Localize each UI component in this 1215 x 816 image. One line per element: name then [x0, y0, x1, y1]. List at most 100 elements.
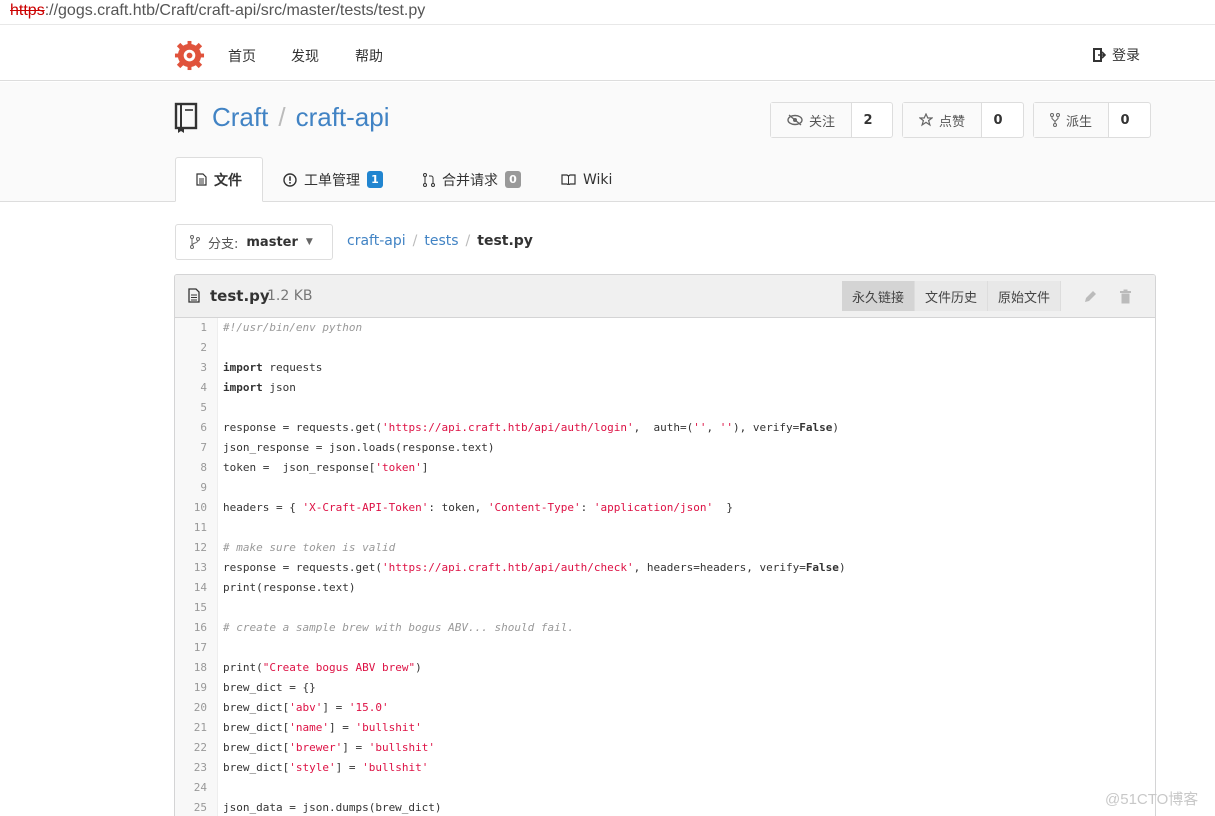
- line-number[interactable]: 15: [175, 598, 207, 618]
- address-bar[interactable]: https://gogs.craft.htb/Craft/craft-api/s…: [0, 0, 1215, 25]
- code-text: print(response.text): [223, 581, 356, 594]
- code-text: brew_dict['name'] = 'bullshit': [223, 721, 422, 734]
- fork-icon: [1050, 113, 1060, 127]
- line-number[interactable]: 14: [175, 578, 207, 598]
- line-number[interactable]: 6: [175, 418, 207, 438]
- tab-files-label: 文件: [214, 172, 242, 189]
- tab-files[interactable]: 文件: [175, 157, 263, 202]
- star-label: 点赞: [939, 114, 966, 130]
- line-number[interactable]: 5: [175, 398, 207, 418]
- watch-button-group: 关注 2: [770, 102, 893, 138]
- code-line: 16 # create a sample brew with bogus ABV.…: [175, 618, 1155, 638]
- line-number[interactable]: 1: [175, 318, 207, 338]
- code-text: import json: [223, 381, 296, 394]
- line-number[interactable]: 11: [175, 518, 207, 538]
- fork-count[interactable]: 0: [1109, 103, 1141, 137]
- code-line: 4 import json: [175, 378, 1155, 398]
- line-number[interactable]: 17: [175, 638, 207, 658]
- line-number[interactable]: 21: [175, 718, 207, 738]
- repo-book-icon: [174, 102, 198, 133]
- gogs-logo-icon[interactable]: [174, 40, 205, 71]
- code-line: 1 #!/usr/bin/env python: [175, 318, 1155, 338]
- code-line: 18 print("Create bogus ABV brew"): [175, 658, 1155, 678]
- permalink-button[interactable]: 永久链接: [842, 281, 916, 311]
- watch-count[interactable]: 2: [852, 103, 884, 137]
- nav-home[interactable]: 首页: [228, 46, 256, 66]
- code-text: brew_dict['abv'] = '15.0': [223, 701, 389, 714]
- line-number[interactable]: 16: [175, 618, 207, 638]
- repo-name-link[interactable]: craft-api: [296, 102, 390, 132]
- nav-explore[interactable]: 发现: [291, 46, 319, 66]
- code-line: 10 headers = { 'X-Craft-API-Token': token…: [175, 498, 1155, 518]
- tab-wiki[interactable]: Wiki: [541, 157, 632, 202]
- tab-issues[interactable]: 工单管理 1: [263, 157, 403, 202]
- code-line: 15: [175, 598, 1155, 618]
- code-text: response = requests.get('https://api.cra…: [223, 421, 839, 434]
- star-button[interactable]: 点赞: [903, 103, 983, 137]
- line-number[interactable]: 8: [175, 458, 207, 478]
- breadcrumb-dir[interactable]: tests: [424, 233, 458, 249]
- breadcrumb-file: test.py: [477, 233, 533, 249]
- trash-icon[interactable]: [1119, 289, 1132, 304]
- code-line: 24: [175, 778, 1155, 798]
- code-line: 5: [175, 398, 1155, 418]
- code-line: 23 brew_dict['style'] = 'bullshit': [175, 758, 1155, 778]
- pull-requests-count-badge: 0: [505, 171, 521, 188]
- line-number[interactable]: 25: [175, 798, 207, 816]
- star-button-group: 点赞 0: [902, 102, 1024, 138]
- tab-pull-requests[interactable]: 合并请求 0: [403, 157, 541, 202]
- book-open-icon: [561, 174, 576, 185]
- code-line: 12 # make sure token is valid: [175, 538, 1155, 558]
- file-text-icon: [196, 173, 207, 186]
- line-number[interactable]: 19: [175, 678, 207, 698]
- git-branch-icon: [190, 235, 200, 249]
- code-text: json_data = json.dumps(brew_dict): [223, 801, 442, 814]
- file-name: test.py: [210, 287, 270, 305]
- line-number[interactable]: 13: [175, 558, 207, 578]
- star-icon: [919, 113, 933, 127]
- line-number[interactable]: 7: [175, 438, 207, 458]
- branch-prefix: 分支:: [208, 236, 239, 252]
- watermark: @51CTO博客: [1105, 791, 1199, 808]
- code-line: 19 brew_dict = {}: [175, 678, 1155, 698]
- issue-opened-icon: [283, 172, 297, 187]
- top-navbar: 首页 发现 帮助 登录: [0, 28, 1215, 81]
- line-number[interactable]: 23: [175, 758, 207, 778]
- line-number[interactable]: 10: [175, 498, 207, 518]
- line-number[interactable]: 2: [175, 338, 207, 358]
- code-text: import requests: [223, 361, 323, 374]
- code-line: 13 response = requests.get('https://api.c…: [175, 558, 1155, 578]
- tab-wiki-label: Wiki: [583, 171, 613, 188]
- file-header: test.py 1.2 KB 永久链接 文件历史 原始文件: [175, 275, 1155, 318]
- issues-count-badge: 1: [367, 171, 383, 188]
- star-count[interactable]: 0: [982, 103, 1014, 137]
- line-number[interactable]: 9: [175, 478, 207, 498]
- code-line: 11: [175, 518, 1155, 538]
- watch-button[interactable]: 关注: [771, 103, 853, 137]
- tab-pull-requests-label: 合并请求: [442, 172, 498, 189]
- file-size: 1.2 KB: [267, 288, 313, 304]
- code-text: #!/usr/bin/env python: [223, 321, 363, 334]
- url-text: ://gogs.craft.htb/Craft/craft-api/src/ma…: [44, 2, 426, 19]
- file-history-button[interactable]: 文件历史: [915, 281, 989, 311]
- repo-title: Craft / craft-api: [212, 102, 390, 132]
- code-line: 25 json_data = json.dumps(brew_dict): [175, 798, 1155, 816]
- line-number[interactable]: 22: [175, 738, 207, 758]
- login-link[interactable]: 登录: [1092, 45, 1140, 65]
- line-number[interactable]: 20: [175, 698, 207, 718]
- breadcrumb-repo[interactable]: craft-api: [347, 233, 406, 249]
- edit-pencil-icon[interactable]: [1083, 289, 1098, 304]
- line-number[interactable]: 3: [175, 358, 207, 378]
- branch-dropdown[interactable]: 分支: master ▼: [175, 224, 333, 260]
- code-line: 9: [175, 478, 1155, 498]
- line-number[interactable]: 4: [175, 378, 207, 398]
- line-number[interactable]: 12: [175, 538, 207, 558]
- nav-help[interactable]: 帮助: [355, 46, 383, 66]
- fork-button[interactable]: 派生: [1034, 103, 1110, 137]
- code-line: 7 json_response = json.loads(response.tex…: [175, 438, 1155, 458]
- raw-file-button[interactable]: 原始文件: [988, 281, 1062, 311]
- line-number[interactable]: 18: [175, 658, 207, 678]
- line-number[interactable]: 24: [175, 778, 207, 798]
- code-text: json_response = json.loads(response.text…: [223, 441, 495, 454]
- repo-owner-link[interactable]: Craft: [212, 102, 268, 132]
